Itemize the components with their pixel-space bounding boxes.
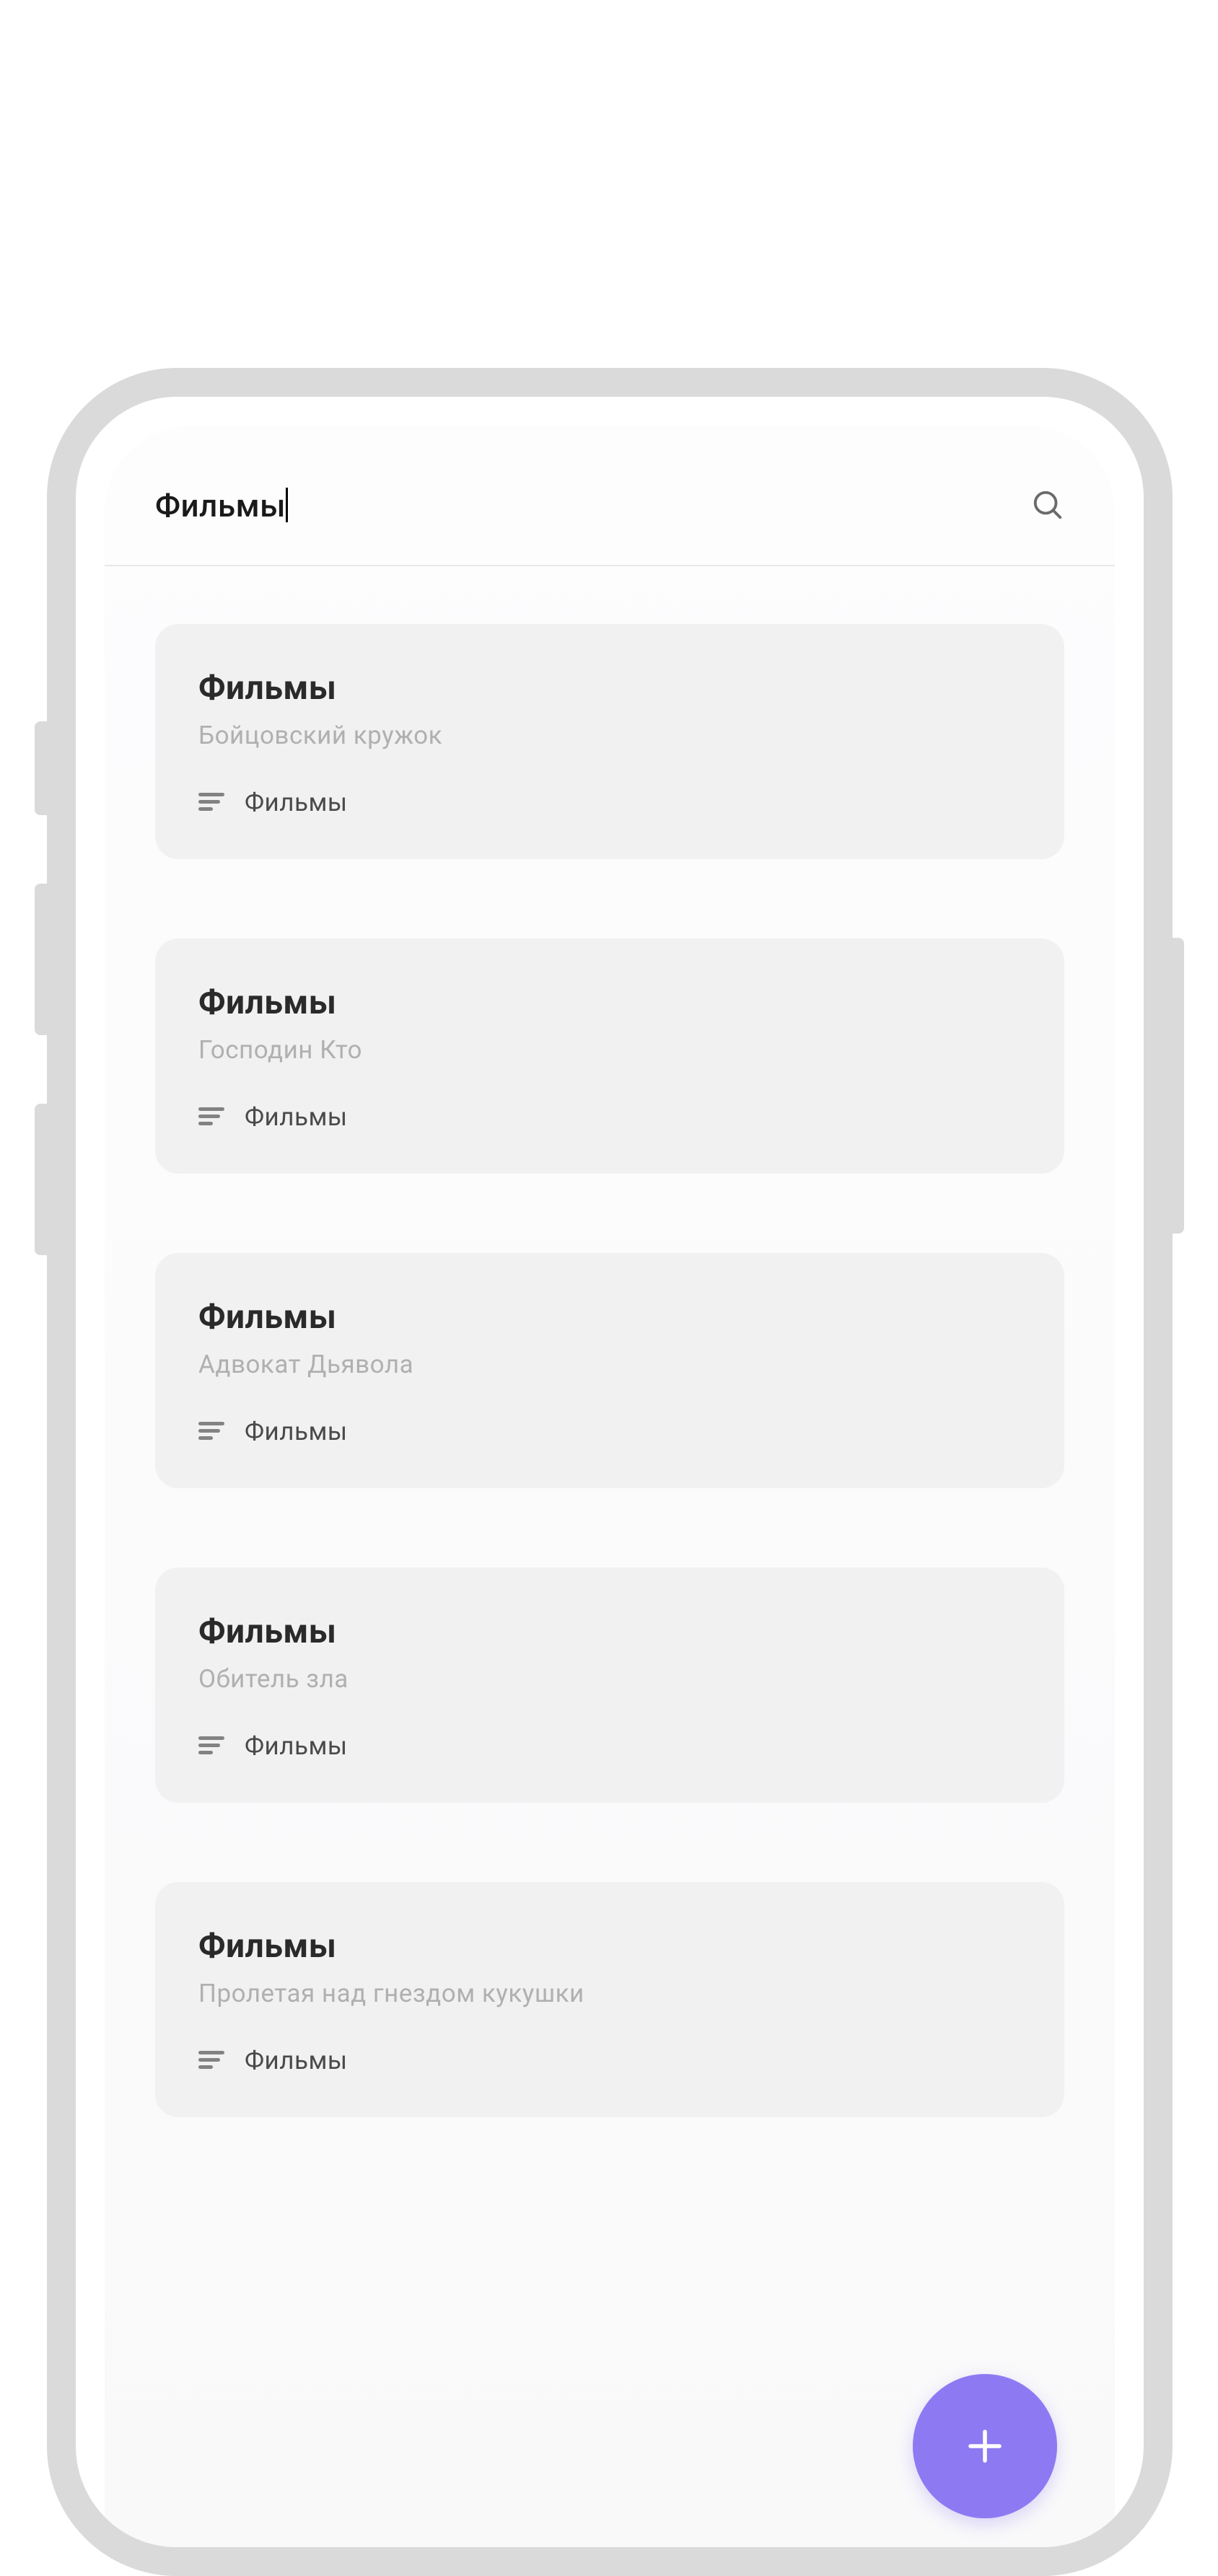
list-icon <box>198 1106 224 1129</box>
results-list: Фильмы Бойцовский кружок Фильмы Фильмы <box>105 566 1115 2117</box>
card-tag-label: Фильмы <box>245 1417 348 1446</box>
card-title: Фильмы <box>198 669 1021 708</box>
card-tag-label: Фильмы <box>245 1102 348 1132</box>
result-card[interactable]: Фильмы Адвокат Дьявола Фильмы <box>155 1253 1064 1488</box>
card-subtitle: Господин Кто <box>198 1035 1021 1065</box>
card-tag-label: Фильмы <box>245 788 348 817</box>
card-subtitle: Адвокат Дьявола <box>198 1350 1021 1379</box>
phone-side-button-right <box>1171 938 1184 1234</box>
card-tag-row: Фильмы <box>198 1417 1021 1446</box>
card-tag-row: Фильмы <box>198 1102 1021 1132</box>
phone-frame: Фильмы Фильмы Бойцовский кружок <box>47 368 1173 2576</box>
card-subtitle: Бойцовский кружок <box>198 721 1021 750</box>
phone-side-button-1 <box>35 721 48 815</box>
card-title: Фильмы <box>198 1298 1021 1337</box>
card-subtitle: Обитель зла <box>198 1664 1021 1694</box>
card-tag-row: Фильмы <box>198 788 1021 817</box>
list-icon <box>198 1420 224 1443</box>
result-card[interactable]: Фильмы Господин Кто Фильмы <box>155 938 1064 1174</box>
search-icon[interactable] <box>1031 488 1064 524</box>
card-tag-label: Фильмы <box>245 2046 348 2075</box>
list-icon <box>198 791 224 814</box>
result-card[interactable]: Фильмы Бойцовский кружок Фильмы <box>155 624 1064 859</box>
card-subtitle: Пролетая над гнездом кукушки <box>198 1979 1021 2008</box>
card-title: Фильмы <box>198 1927 1021 1966</box>
card-tag-label: Фильмы <box>245 1731 348 1761</box>
list-icon <box>198 2049 224 2072</box>
card-title: Фильмы <box>198 1612 1021 1651</box>
result-card[interactable]: Фильмы Пролетая над гнездом кукушки Филь… <box>155 1882 1064 2117</box>
card-tag-row: Фильмы <box>198 1731 1021 1761</box>
search-input[interactable]: Фильмы <box>155 487 288 525</box>
search-input-text: Фильмы <box>155 487 286 524</box>
text-cursor <box>286 488 288 522</box>
app-header: Фильмы <box>105 426 1115 566</box>
add-button[interactable] <box>913 2374 1057 2518</box>
phone-side-button-2 <box>35 884 48 1035</box>
list-icon <box>198 1735 224 1758</box>
result-card[interactable]: Фильмы Обитель зла Фильмы <box>155 1568 1064 1803</box>
phone-side-button-3 <box>35 1104 48 1255</box>
card-title: Фильмы <box>198 983 1021 1022</box>
card-tag-row: Фильмы <box>198 2046 1021 2075</box>
phone-screen: Фильмы Фильмы Бойцовский кружок <box>105 426 1115 2547</box>
